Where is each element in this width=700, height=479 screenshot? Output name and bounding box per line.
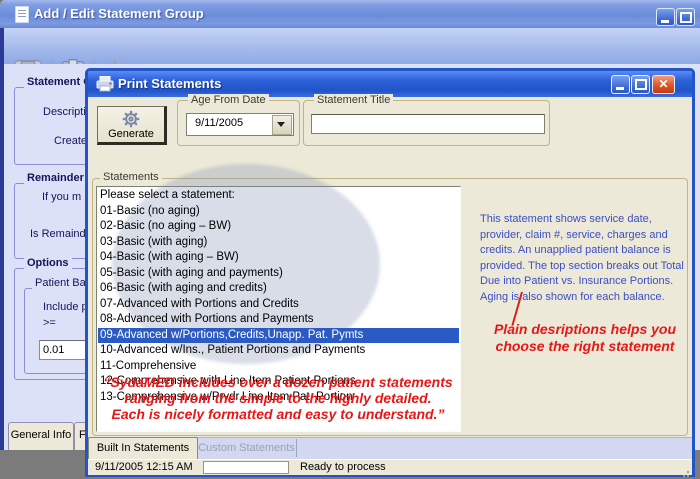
printer-icon [96, 76, 114, 92]
minimize-button[interactable] [656, 8, 675, 26]
statement-list-item[interactable]: 01-Basic (no aging) [98, 204, 459, 220]
include-label: Include p [40, 301, 91, 313]
background-window-left-border [0, 28, 4, 450]
age-from-date-label: Age From Date [188, 94, 269, 106]
statement-title-group: Statement Title [303, 100, 550, 146]
quote-line: “SydaMED includes over a dozen patient s… [100, 374, 456, 390]
statement-title-label: Statement Title [314, 94, 393, 106]
statement-list-item[interactable]: 11-Comprehensive [98, 359, 459, 375]
annotation-line: choose the right statement [478, 338, 692, 355]
statement-list-item[interactable]: 09-Advanced w/Portions,Credits,Unapp. Pa… [98, 328, 459, 344]
generate-button-label: Generate [98, 128, 164, 140]
marketing-quote: “SydaMED includes over a dozen patient s… [100, 374, 456, 422]
quote-line: Each is nicely formatted and easy to und… [100, 406, 456, 422]
if-you-label: If you m [39, 191, 84, 203]
dialog-close-button[interactable]: ✕ [652, 75, 675, 94]
statement-list-item[interactable]: 06-Basic (with aging and credits) [98, 281, 459, 297]
chevron-down-icon [277, 122, 285, 127]
tab-separator [296, 439, 297, 457]
statement-list-item[interactable]: 10-Advanced w/Ins., Patient Portions and… [98, 343, 459, 359]
tab-built-in-statements[interactable]: Built In Statements [88, 437, 198, 459]
age-from-date-value: 9/11/2005 [195, 117, 243, 129]
age-from-date-group: Age From Date 9/11/2005 [177, 100, 300, 146]
options-label: Options [24, 257, 72, 269]
resize-grip[interactable] [687, 471, 689, 473]
gte-label: >= [40, 317, 59, 329]
generate-button[interactable]: Generate [97, 106, 167, 145]
status-timestamp: 9/11/2005 12:15 AM [95, 461, 193, 473]
statements-label: Statements [100, 171, 162, 183]
dialog-body: Generate Age From Date 9/11/2005 Stateme… [88, 97, 692, 474]
tab-general-info[interactable]: General Info [8, 422, 74, 450]
background-window-toolbar [0, 28, 700, 64]
maximize-button[interactable] [676, 8, 695, 26]
dialog-maximize-button[interactable] [631, 75, 650, 94]
quote-line: ranging from the simple to the highly de… [100, 390, 456, 406]
annotation-text: Plain desriptions helps you choose the r… [478, 321, 692, 355]
statement-title-input[interactable] [311, 114, 545, 134]
dialog-title: Print Statements [118, 76, 221, 91]
statement-group-box [14, 87, 94, 165]
statement-list-item[interactable]: 02-Basic (no aging – BW) [98, 219, 459, 235]
statement-list-item[interactable]: 03-Basic (with aging) [98, 235, 459, 251]
statement-list-item[interactable]: Please select a statement: [98, 188, 459, 204]
statement-description: This statement shows service date, provi… [480, 212, 690, 305]
background-window-title: Add / Edit Statement Group [34, 6, 204, 21]
document-icon [15, 6, 29, 23]
remainder-label: Remainder [24, 172, 87, 184]
status-bar: 9/11/2005 12:15 AM Ready to process [88, 459, 692, 475]
print-statements-dialog: Print Statements ✕ [85, 68, 695, 477]
background-window-titlebar: Add / Edit Statement Group [0, 0, 700, 28]
annotation-line: Plain desriptions helps you [478, 321, 692, 338]
screen: Add / Edit Statement Group [0, 0, 700, 479]
gear-icon [122, 110, 140, 128]
statement-list-item[interactable]: 04-Basic (with aging – BW) [98, 250, 459, 266]
combobox-dropdown-button[interactable] [272, 115, 292, 135]
age-from-date-combobox[interactable]: 9/11/2005 [186, 113, 294, 136]
statement-list-item[interactable]: 05-Basic (with aging and payments) [98, 266, 459, 282]
tab-custom-statements[interactable]: Custom Statements [198, 437, 295, 459]
progress-box [203, 461, 289, 474]
dialog-minimize-button[interactable] [611, 75, 630, 94]
statement-list-item[interactable]: 08-Advanced with Portions and Payments [98, 312, 459, 328]
statement-list-item[interactable]: 07-Advanced with Portions and Credits [98, 297, 459, 313]
status-message: Ready to process [300, 461, 386, 473]
